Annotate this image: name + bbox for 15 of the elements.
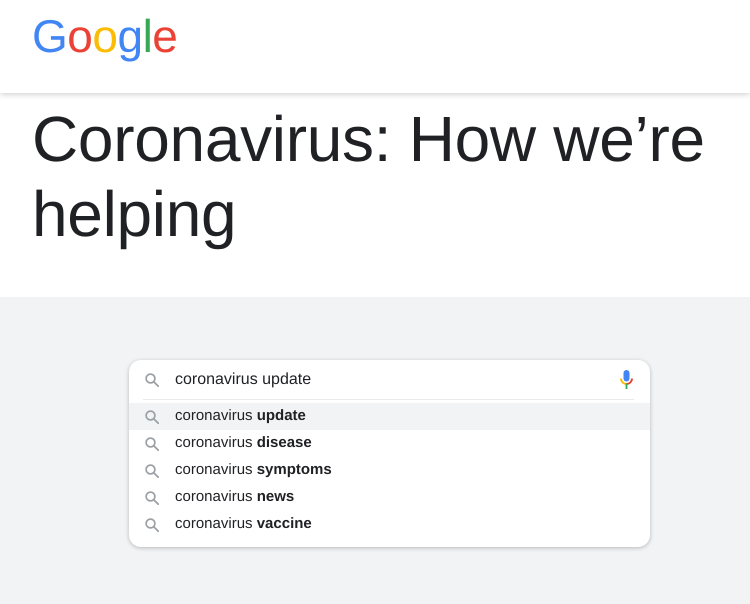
search-icon xyxy=(145,436,159,450)
search-icon xyxy=(145,464,159,478)
search-icon xyxy=(145,490,159,504)
suggestion-item[interactable]: coronavirus update xyxy=(129,403,650,430)
logo: Google xyxy=(32,13,178,59)
suggestion-item[interactable]: coronavirus news xyxy=(129,484,650,511)
suggestion-item[interactable]: coronavirus vaccine xyxy=(129,511,650,538)
search-field[interactable]: coronavirus update xyxy=(175,368,620,392)
search-icon xyxy=(145,372,159,386)
search-icon xyxy=(145,518,159,532)
suggestion-item[interactable]: coronavirus disease xyxy=(129,430,650,457)
suggestion-item[interactable]: coronavirus symptoms xyxy=(129,457,650,484)
microphone-icon[interactable] xyxy=(620,370,633,389)
page-heading: Coronavirus: How we’re helping xyxy=(32,102,706,252)
search-icon xyxy=(145,410,159,424)
